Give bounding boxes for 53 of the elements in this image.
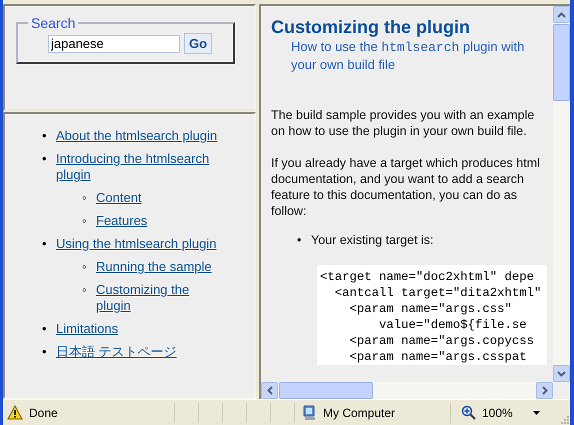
warning-icon [7,405,23,420]
toc-link[interactable]: Content [96,190,142,206]
toc-link[interactable]: Features [96,213,148,229]
bullet-mark: • [42,236,48,252]
computer-icon [303,404,317,420]
toc-link[interactable]: 日本語 テストページ [56,344,177,360]
caret-icon[interactable] [532,410,540,414]
bullet-mark: ◦ [82,190,88,206]
bullet-text: Your existing target is: [311,233,434,247]
search-legend: Search [28,15,78,31]
go-button[interactable]: Go [184,33,212,54]
vertical-scrollbar[interactable] [553,6,570,382]
chevron-right-icon [542,386,548,395]
chevron-down-icon [557,370,566,376]
code-line: <antcall target="dita2xhtml" [334,285,542,301]
zoom-text[interactable]: 100% [482,406,513,420]
bullet-mark: ◦ [82,282,88,298]
code-line: <param name="args.css" [348,301,513,317]
code-line: value="demo${file.se [378,317,528,333]
page-title: Customizing the plugin [271,16,471,38]
bullet-mark: • [42,321,48,337]
toc-link[interactable]: Using the htmlsearch plugin [56,236,216,252]
bullet-mark: ◦ [82,213,88,229]
scroll-thumb[interactable] [553,24,570,101]
status-text: Done [29,406,58,420]
scroll-left-button[interactable] [261,382,278,399]
scroll-right-button[interactable] [536,382,553,399]
bullet-mark: • [42,128,48,144]
code-line: <target name="doc2xhtml" depe [320,269,536,285]
toc-link[interactable]: About the htmlsearch plugin [56,128,218,144]
zone-text: My Computer [323,406,396,420]
toc-link[interactable]: Running the sample [96,259,212,275]
horizontal-scrollbar[interactable] [261,382,553,399]
chevron-up-icon [557,12,566,18]
paragraph: The build sample provides you with an example on how to use the plugin in your own build file. [271,107,536,139]
zoom-icon [461,405,476,420]
search-field[interactable]: japanese [48,34,180,52]
resize-grip-icon[interactable] [559,414,569,424]
bullet-mark: • [42,151,48,167]
bullet-mark: • [297,233,302,247]
scroll-down-button[interactable] [553,365,570,382]
bullet-mark: ◦ [82,259,88,275]
bullet-mark: • [42,344,48,360]
code-line: <param name="args.copycss [348,333,536,349]
chevron-left-icon [266,386,272,395]
scroll-up-button[interactable] [553,6,570,23]
scroll-thumb[interactable] [279,382,373,399]
paragraph: If you already have a target which produces html documentation, and you want to add a search feature to this documentation, you can do as follow: [271,155,541,219]
toc-link[interactable]: Customizing the plugin [96,282,222,314]
code-line: <param name="args.csspat [348,349,528,365]
toc-link[interactable]: Introducing the htmlsearch plugin [56,151,222,183]
toc-link[interactable]: Limitations [56,321,118,337]
page-subtitle: How to use the htmlsearch plugin with your own build file [291,38,526,73]
